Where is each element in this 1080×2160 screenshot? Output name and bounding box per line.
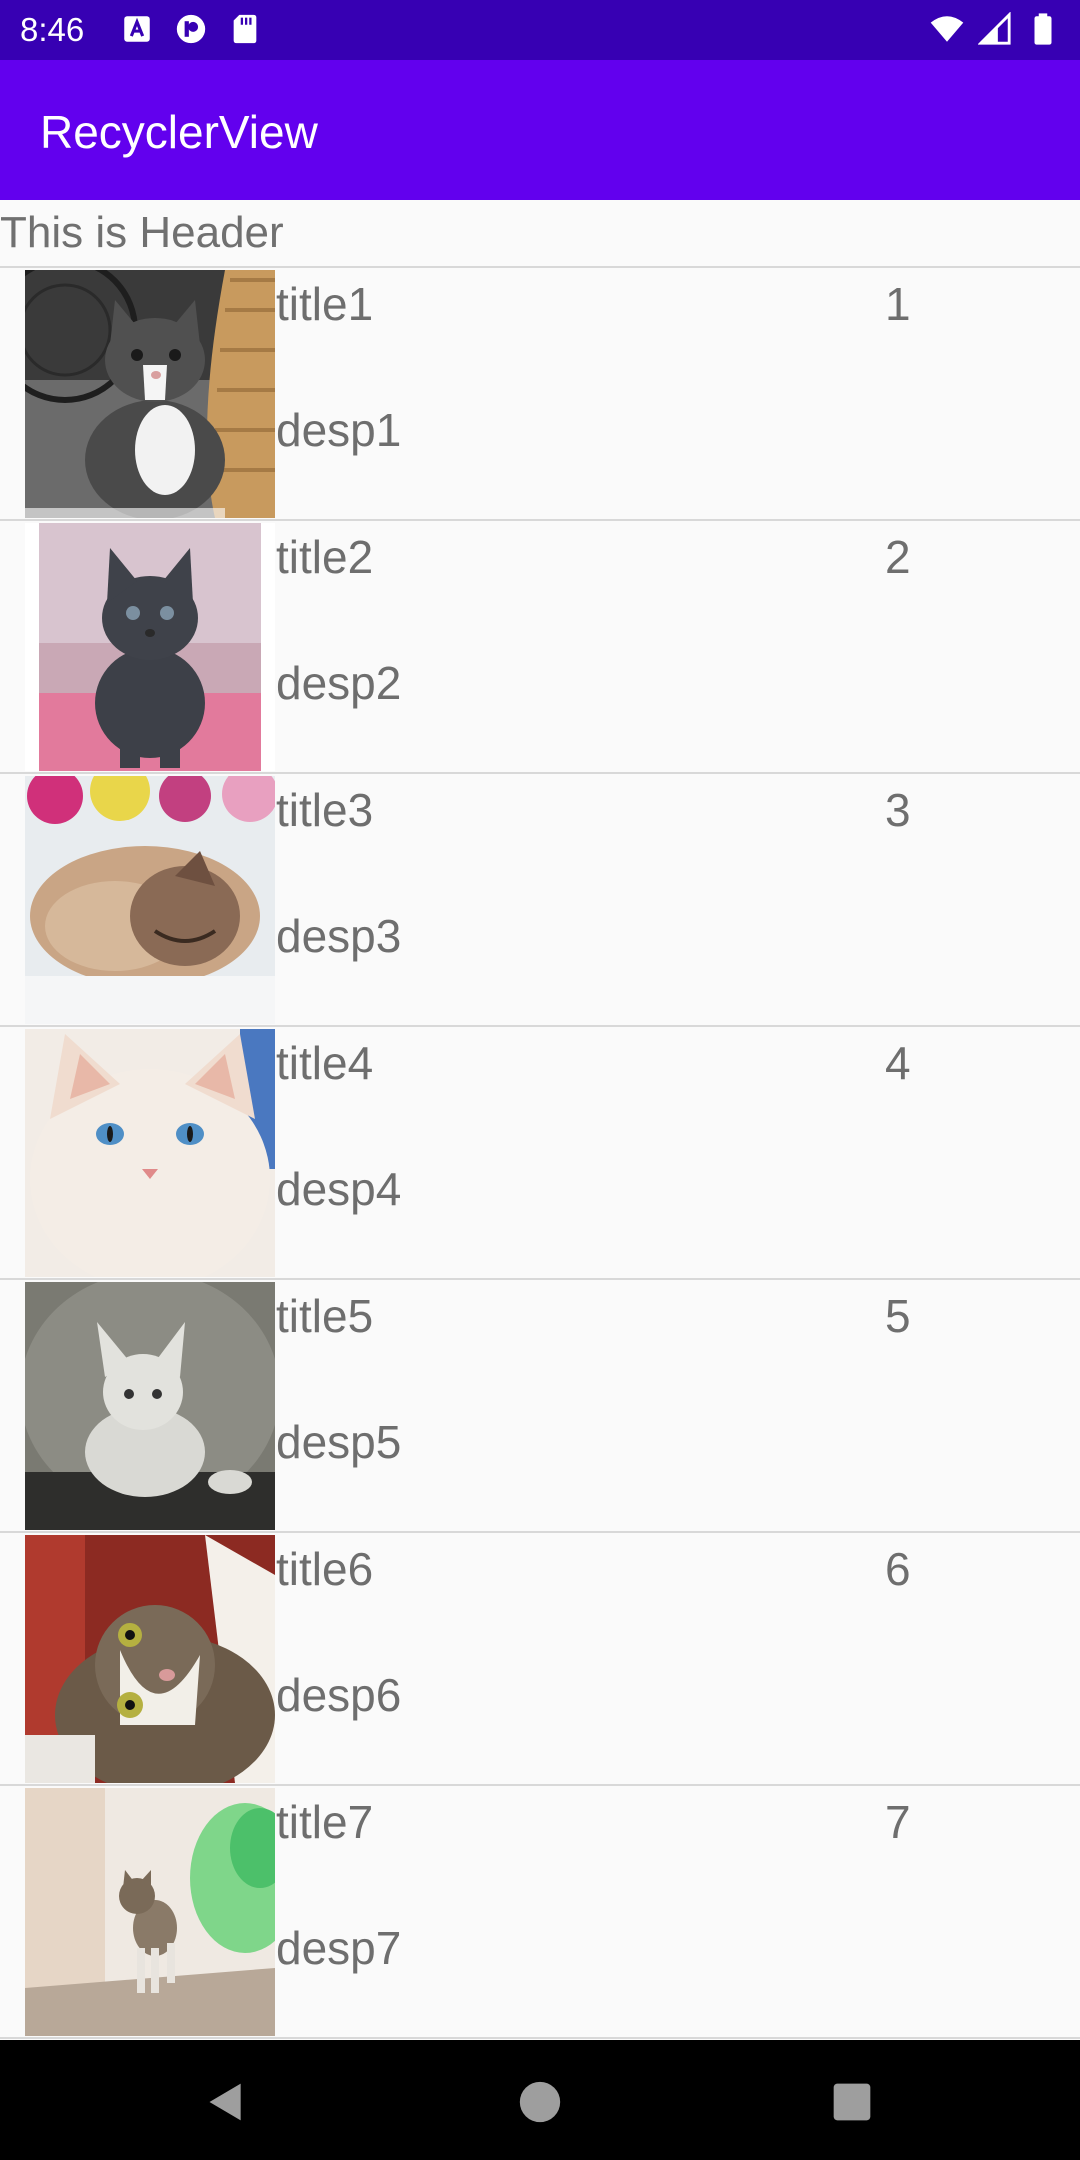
sd-card-icon bbox=[233, 14, 257, 44]
item-description: desp2 bbox=[276, 657, 402, 709]
list-header: This is Header bbox=[0, 200, 1080, 268]
kitten-image bbox=[25, 270, 275, 518]
navigation-bar bbox=[0, 2040, 1080, 2160]
list-item[interactable]: title7 desp7 7 bbox=[0, 1786, 1080, 2039]
kitten-image bbox=[25, 1282, 275, 1530]
p-circle-icon bbox=[176, 14, 206, 44]
item-number: 1 bbox=[885, 278, 911, 330]
status-bar: 8:46 bbox=[0, 0, 1080, 60]
item-number: 6 bbox=[885, 1543, 911, 1595]
item-description: desp3 bbox=[276, 910, 402, 962]
status-time: 8:46 bbox=[20, 11, 85, 48]
item-description: desp6 bbox=[276, 1669, 402, 1721]
list-item[interactable]: title2 desp2 2 bbox=[0, 521, 1080, 774]
item-title: title5 bbox=[276, 1290, 374, 1342]
kitten-image bbox=[25, 1788, 275, 2036]
app-title: RecyclerView bbox=[40, 106, 318, 158]
battery-icon bbox=[1034, 13, 1052, 45]
app-bar: RecyclerView bbox=[0, 60, 1080, 200]
item-title: title6 bbox=[276, 1543, 374, 1595]
kitten-image bbox=[25, 523, 275, 771]
item-number: 3 bbox=[885, 784, 911, 836]
item-number: 7 bbox=[885, 1796, 911, 1848]
list-item[interactable]: title5 desp5 5 bbox=[0, 1280, 1080, 1533]
item-number: 2 bbox=[885, 531, 911, 583]
back-icon[interactable] bbox=[204, 2080, 248, 2124]
recycler-list[interactable]: This is Header title1 desp1 1 title2 des… bbox=[0, 200, 1080, 2039]
item-title: title2 bbox=[276, 531, 374, 583]
list-item[interactable]: title1 desp1 1 bbox=[0, 268, 1080, 521]
item-description: desp5 bbox=[276, 1416, 402, 1468]
kitten-image bbox=[25, 1535, 275, 1783]
item-number: 4 bbox=[885, 1037, 911, 1089]
item-number: 5 bbox=[885, 1290, 911, 1342]
kitten-image bbox=[25, 1029, 275, 1277]
list-item[interactable]: title3 desp3 3 bbox=[0, 774, 1080, 1027]
signal-icon bbox=[978, 12, 1011, 45]
a-box-icon bbox=[124, 16, 150, 42]
kitten-image bbox=[25, 776, 275, 1024]
list-item[interactable]: title4 desp4 4 bbox=[0, 1027, 1080, 1280]
item-title: title3 bbox=[276, 784, 374, 836]
recents-icon[interactable] bbox=[830, 2080, 874, 2124]
home-icon[interactable] bbox=[518, 2080, 562, 2124]
item-title: title7 bbox=[276, 1796, 374, 1848]
item-description: desp7 bbox=[276, 1922, 402, 1974]
item-description: desp1 bbox=[276, 404, 402, 456]
item-description: desp4 bbox=[276, 1163, 402, 1215]
item-title: title4 bbox=[276, 1037, 374, 1089]
notification-icons bbox=[120, 12, 262, 46]
wifi-icon bbox=[930, 16, 964, 42]
list-item[interactable]: title6 desp6 6 bbox=[0, 1533, 1080, 1786]
item-title: title1 bbox=[276, 278, 374, 330]
system-icons bbox=[930, 12, 1060, 46]
